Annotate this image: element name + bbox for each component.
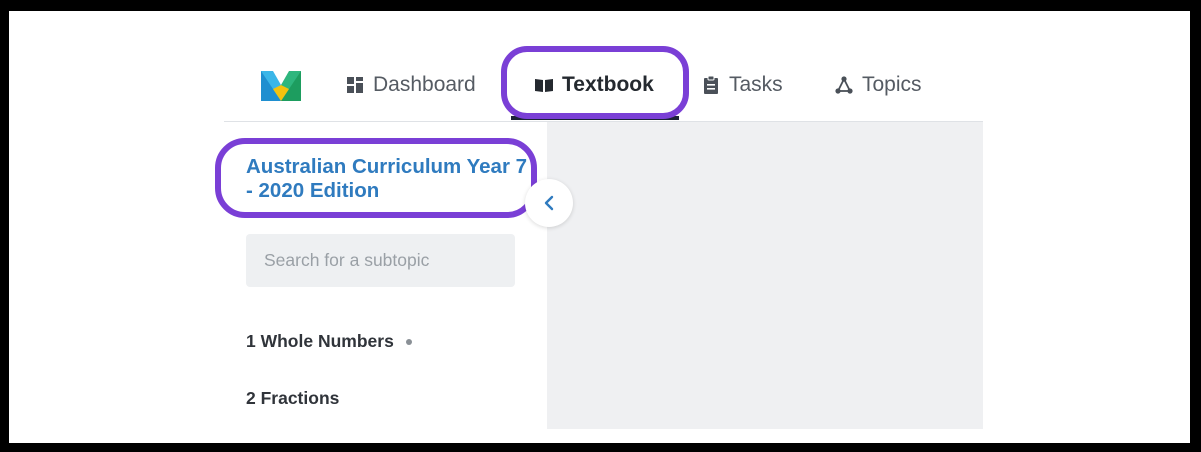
nav-tasks-label: Tasks bbox=[729, 73, 783, 96]
nav-tasks[interactable]: Tasks bbox=[701, 67, 783, 103]
collapse-sidebar-button[interactable] bbox=[525, 179, 573, 227]
nav-dashboard-label: Dashboard bbox=[373, 73, 476, 96]
active-tab-indicator bbox=[511, 116, 679, 120]
nav-topics[interactable]: Topics bbox=[834, 67, 922, 103]
dashboard-icon bbox=[345, 75, 365, 95]
book-icon bbox=[534, 75, 554, 95]
topic-label: 2 Fractions bbox=[246, 388, 340, 408]
nav-textbook[interactable]: Textbook bbox=[534, 67, 654, 103]
clipboard-icon bbox=[701, 75, 721, 95]
topic-indicator-dot bbox=[405, 338, 412, 345]
nav-topics-label: Topics bbox=[862, 73, 922, 96]
topic-item-whole-numbers[interactable]: 1 Whole Numbers bbox=[246, 331, 412, 352]
topic-label: 1 Whole Numbers bbox=[246, 331, 394, 351]
textbook-content-area bbox=[547, 122, 983, 429]
subtopic-search-input[interactable] bbox=[246, 234, 515, 287]
topics-icon bbox=[834, 75, 854, 95]
logo-icon bbox=[261, 71, 301, 101]
app-frame: Dashboard Textbook Tasks Topics Australi… bbox=[9, 11, 1190, 443]
chevron-left-icon bbox=[544, 195, 554, 211]
topic-item-fractions[interactable]: 2 Fractions bbox=[246, 388, 339, 409]
nav-textbook-label: Textbook bbox=[562, 73, 654, 96]
textbook-title-link[interactable]: Australian Curriculum Year 7 - 2020 Edit… bbox=[246, 155, 536, 203]
nav-dashboard[interactable]: Dashboard bbox=[345, 67, 476, 103]
mathspace-logo[interactable] bbox=[259, 63, 303, 107]
